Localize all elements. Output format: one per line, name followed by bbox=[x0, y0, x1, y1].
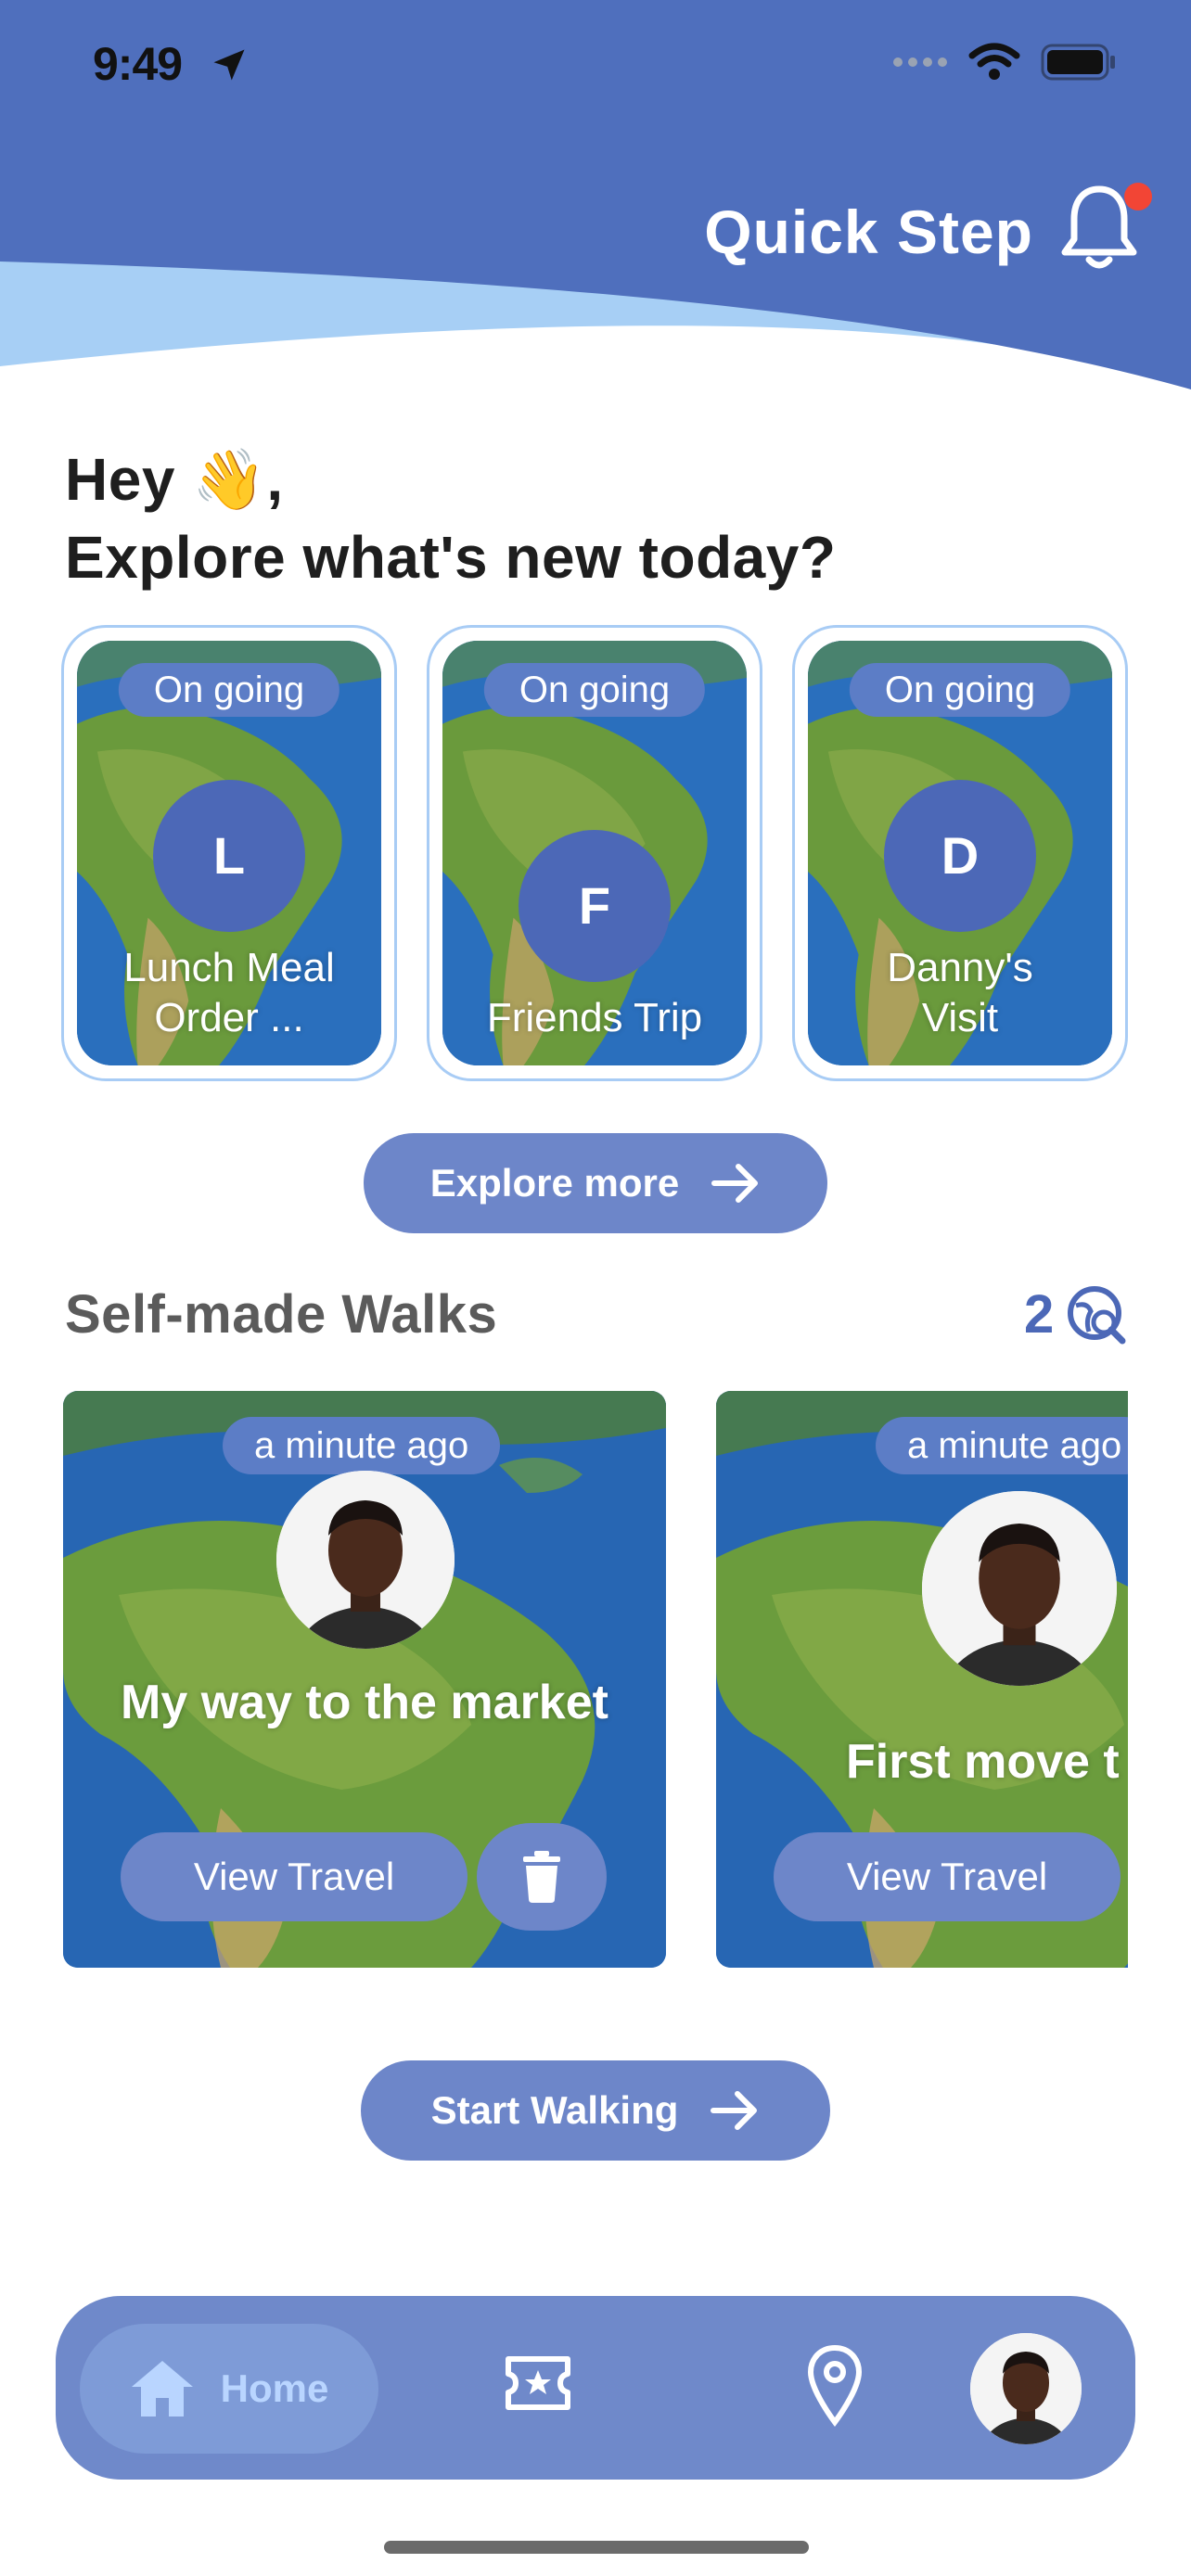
self-made-walks-strip[interactable]: a minute ago My way to the market View T… bbox=[63, 1391, 1128, 1970]
greeting-line-1: Hey 👋, bbox=[65, 446, 284, 513]
ongoing-card-body: On going D Danny's Visit bbox=[808, 641, 1112, 1065]
walker-avatar bbox=[922, 1491, 1117, 1686]
status-icons bbox=[892, 43, 1117, 82]
walk-count: 2 bbox=[1024, 1284, 1055, 1345]
initial-avatar: D bbox=[884, 780, 1036, 932]
ongoing-card[interactable]: On going L Lunch Meal Order ... bbox=[61, 625, 397, 1081]
bottom-nav: Home bbox=[56, 2296, 1135, 2480]
section-title: Self-made Walks bbox=[65, 1284, 498, 1345]
status-badge: On going bbox=[118, 663, 340, 717]
app-title: Quick Step bbox=[704, 198, 1033, 266]
wifi-icon bbox=[968, 43, 1020, 80]
ongoing-card-title: Lunch Meal Order ... bbox=[123, 945, 335, 1040]
view-travel-button[interactable]: View Travel bbox=[774, 1832, 1121, 1921]
view-travel-button[interactable]: View Travel bbox=[121, 1832, 467, 1921]
map-pin-icon[interactable] bbox=[805, 2344, 864, 2428]
walk-title: First move t bbox=[846, 1735, 1120, 1789]
walk-title: My way to the market bbox=[121, 1676, 608, 1729]
start-walking-button[interactable]: Start Walking bbox=[361, 2060, 830, 2161]
globe-search-icon[interactable] bbox=[1067, 1285, 1128, 1346]
initial-avatar: F bbox=[519, 830, 671, 982]
trash-icon bbox=[523, 1851, 560, 1903]
greeting: Hey 👋, Explore what's new today? bbox=[65, 440, 836, 596]
ongoing-card[interactable]: On going D Danny's Visit bbox=[792, 625, 1128, 1081]
status-badge: On going bbox=[483, 663, 706, 717]
walk-card[interactable]: a minute ago My way to the market View T… bbox=[63, 1391, 666, 1968]
nav-home-label: Home bbox=[220, 2366, 329, 2410]
ongoing-card-body: On going F Friends Trip bbox=[442, 641, 747, 1065]
nav-item-home[interactable]: Home bbox=[80, 2324, 378, 2454]
home-icon bbox=[131, 2361, 193, 2417]
delete-walk-button[interactable] bbox=[477, 1823, 607, 1931]
explore-more-label: Explore more bbox=[429, 1161, 680, 1205]
walker-avatar bbox=[276, 1471, 455, 1649]
header: 9:49 Quick Step bbox=[0, 0, 1191, 399]
greeting-line-2: Explore what's new today? bbox=[65, 524, 837, 591]
signal-dots-icon bbox=[893, 57, 947, 67]
notification-dot bbox=[1124, 183, 1152, 210]
initial-avatar: L bbox=[153, 780, 305, 932]
walk-time-badge: a minute ago bbox=[223, 1417, 501, 1474]
ticket-star-icon[interactable] bbox=[503, 2350, 573, 2417]
home-indicator bbox=[384, 2541, 809, 2554]
location-arrow-icon bbox=[213, 49, 245, 81]
walk-time-badge: a minute ago bbox=[876, 1417, 1128, 1474]
arrow-right-icon bbox=[711, 2091, 758, 2130]
explore-more-button[interactable]: Explore more bbox=[364, 1133, 827, 1233]
arrow-right-icon bbox=[711, 1164, 759, 1203]
ongoing-card-title: Danny's Visit bbox=[887, 945, 1033, 1040]
ongoing-walks-row: On going L Lunch Meal Order ... On going… bbox=[61, 625, 1128, 1081]
ongoing-card[interactable]: On going F Friends Trip bbox=[427, 625, 762, 1081]
battery-icon bbox=[1041, 44, 1115, 81]
status-badge: On going bbox=[849, 663, 1071, 717]
start-walking-label: Start Walking bbox=[430, 2088, 679, 2132]
ongoing-card-body: On going L Lunch Meal Order ... bbox=[77, 641, 381, 1065]
status-time: 9:49 bbox=[93, 38, 183, 90]
walk-card[interactable]: a minute ago First move t View Travel bbox=[716, 1391, 1128, 1968]
nav-item-profile-avatar[interactable] bbox=[970, 2333, 1082, 2444]
ongoing-card-title: Friends Trip bbox=[486, 995, 703, 1040]
